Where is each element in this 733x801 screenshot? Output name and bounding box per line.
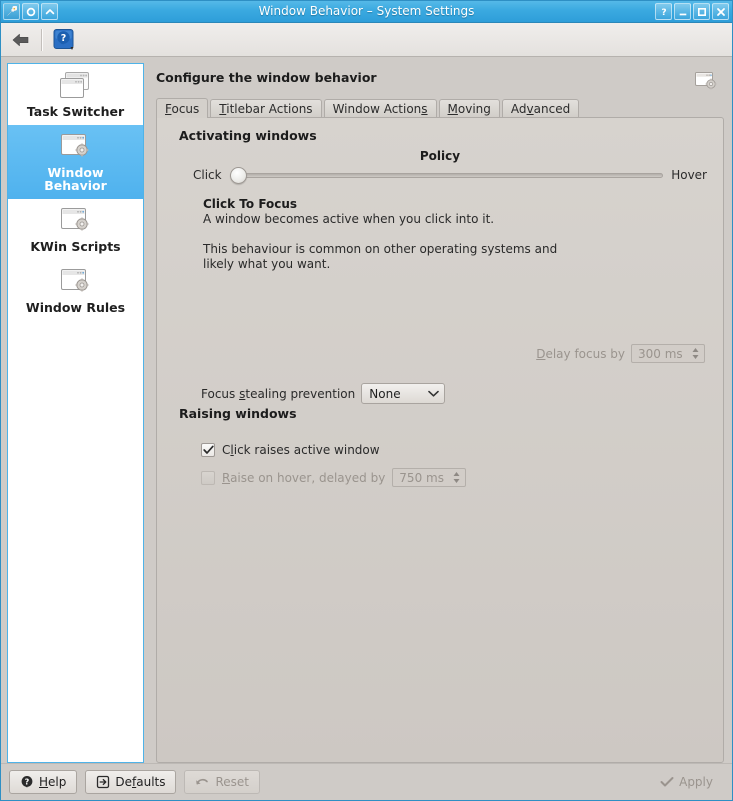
keep-above-icon[interactable] (22, 3, 39, 20)
click-raises-label: Click raises active window (222, 443, 380, 457)
window-gear-icon (694, 70, 718, 92)
undo-icon (195, 775, 210, 789)
focus-stealing-value: None (369, 386, 401, 401)
sidebar-item-task-switcher[interactable]: Task Switcher (8, 64, 143, 125)
sidebar-item-window-rules[interactable]: Window Rules (8, 260, 143, 321)
slider-min-label: Click (193, 168, 222, 182)
policy-description: Click To Focus A window becomes active w… (203, 197, 713, 272)
slider-handle[interactable] (229, 166, 247, 184)
help-button-label: Help (39, 775, 67, 789)
policy-description-heading: Click To Focus (203, 197, 298, 211)
svg-text:?: ? (61, 33, 67, 44)
policy-label: Policy (419, 149, 461, 163)
defaults-button[interactable]: Defaults (85, 770, 177, 794)
policy-description-line1: A window becomes active when you click i… (203, 212, 495, 226)
toolbar-separator (41, 28, 43, 51)
delay-focus-value: 300 ms (638, 346, 683, 361)
tab-bar: Focus Titlebar Actions Window Actions Mo… (150, 96, 726, 118)
policy-slider[interactable] (229, 166, 664, 184)
window-titlebar[interactable]: Window Behavior – System Settings ? (1, 1, 732, 23)
raise-on-hover-value: 750 ms (399, 470, 444, 485)
raise-on-hover-spinbox[interactable]: 750 ms (392, 468, 467, 487)
sidebar-item-kwin-scripts[interactable]: KWin Scripts (8, 199, 143, 260)
delay-focus-label: Delay focus by (536, 346, 625, 361)
module-sidebar[interactable]: Task Switcher Window Behavior KWin Scrip… (7, 63, 144, 763)
close-button[interactable] (712, 3, 729, 20)
sidebar-item-window-behavior[interactable]: Window Behavior (8, 125, 143, 199)
raising-windows-group-title: Raising windows (179, 406, 297, 421)
apply-button-label: Apply (679, 775, 713, 789)
apply-button[interactable]: Apply (649, 770, 724, 794)
sidebar-item-label: Window Rules (25, 300, 126, 315)
kwin-scripts-icon (10, 204, 141, 238)
policy-slider-row: Click Hover (167, 166, 713, 184)
raise-on-hover-checkbox[interactable] (201, 470, 215, 485)
slider-track (229, 172, 664, 178)
window-title: Window Behavior – System Settings (258, 4, 475, 18)
focus-stealing-row: Focus stealing prevention None (201, 383, 446, 404)
help-button[interactable]: ? (655, 3, 672, 20)
back-arrow-icon[interactable] (9, 28, 33, 52)
activating-windows-group-title: Activating windows (179, 128, 317, 143)
reset-button[interactable]: Reset (184, 770, 261, 794)
maximize-button[interactable] (693, 3, 710, 20)
help-question-icon[interactable]: ? (51, 27, 77, 53)
click-raises-checkbox[interactable] (201, 443, 215, 457)
task-switcher-icon (10, 69, 141, 103)
help-button-bottom[interactable]: ? Help (9, 770, 78, 794)
window-behavior-icon (10, 130, 141, 164)
svg-text:?: ? (661, 8, 666, 17)
tab-window-actions[interactable]: Window Actions (323, 99, 437, 117)
defaults-icon (96, 775, 110, 789)
titlebar-right-buttons: ? (655, 3, 732, 20)
tab-moving[interactable]: Moving (438, 99, 500, 117)
spinner-arrows-icon[interactable] (452, 471, 463, 484)
slider-max-label: Hover (671, 168, 707, 182)
click-raises-row[interactable]: Click raises active window (201, 443, 380, 457)
system-settings-window: Window Behavior – System Settings ? ? Ta… (0, 0, 733, 801)
delay-focus-row: Delay focus by 300 ms (536, 344, 705, 363)
defaults-button-label: Defaults (115, 775, 166, 789)
tab-advanced[interactable]: Advanced (501, 99, 580, 117)
main-toolbar: ? (1, 23, 732, 57)
app-menu-icon[interactable] (3, 3, 20, 20)
content-header: Configure the window behavior (150, 63, 726, 96)
help-icon: ? (20, 775, 34, 789)
focus-stealing-combobox[interactable]: None (361, 383, 446, 404)
raise-on-hover-row[interactable]: Raise on hover, delayed by 750 ms (201, 468, 467, 487)
sidebar-label-line2: Behavior (44, 178, 107, 193)
reset-button-label: Reset (215, 775, 250, 789)
check-icon (660, 776, 674, 788)
delay-focus-spinbox[interactable]: 300 ms (631, 344, 705, 363)
sidebar-item-label: KWin Scripts (30, 239, 121, 254)
tab-focus[interactable]: Focus (156, 98, 209, 118)
focus-tab-panel: Activating windows Policy Click Hover Cl… (156, 117, 724, 763)
tab-titlebar-actions[interactable]: Titlebar Actions (210, 99, 322, 117)
page-title: Configure the window behavior (156, 70, 377, 85)
focus-stealing-label: Focus stealing prevention (201, 386, 356, 401)
minimize-button[interactable] (674, 3, 691, 20)
window-body: Task Switcher Window Behavior KWin Scrip… (1, 57, 732, 763)
titlebar-left-buttons (1, 3, 58, 20)
window-rules-icon (10, 265, 141, 299)
svg-text:?: ? (25, 778, 30, 787)
raise-on-hover-label: Raise on hover, delayed by (222, 470, 386, 485)
chevron-down-icon (428, 390, 440, 397)
content-area: Configure the window behavior Focus Titl… (150, 63, 726, 763)
dialog-button-bar: ? Help Defaults Reset Apply (1, 763, 732, 800)
sidebar-item-label: Window Behavior (10, 166, 141, 192)
spinner-arrows-icon[interactable] (691, 347, 702, 360)
shade-icon[interactable] (41, 3, 58, 20)
sidebar-item-label: Task Switcher (26, 104, 125, 119)
policy-description-line2: This behaviour is common on other operat… (203, 242, 558, 271)
